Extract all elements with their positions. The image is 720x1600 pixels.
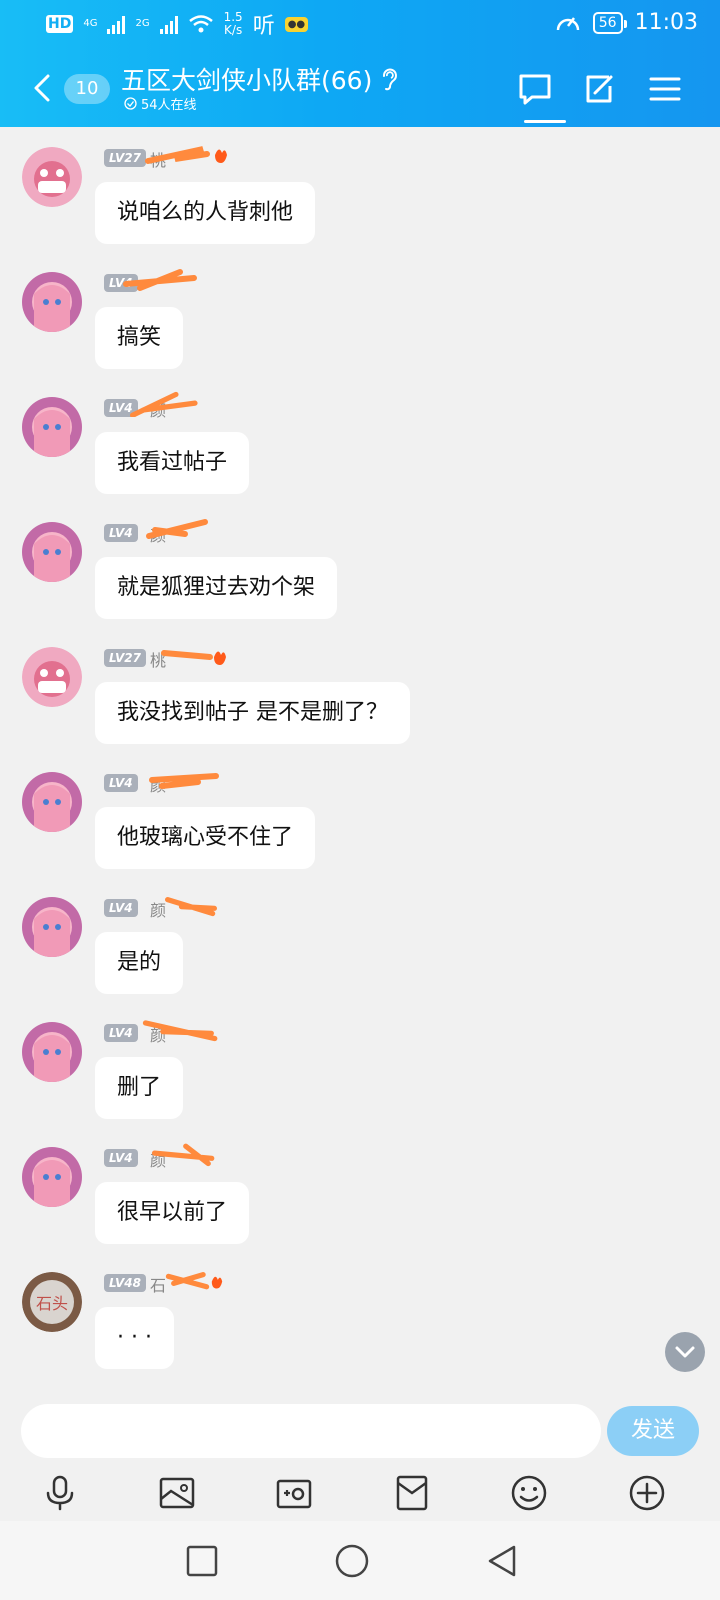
message-list[interactable]: LV27 桃 说咱么的人背刺他 LV4 搞笑 LV4 颜 我看过帖子 LV4 颜… xyxy=(0,127,720,1390)
avatar[interactable] xyxy=(22,147,82,207)
status-bar: HD 4G 2G 1.5 K/s 听 ●● 56 11:03 xyxy=(0,0,720,50)
redaction-mark xyxy=(142,1020,218,1042)
camera-icon[interactable] xyxy=(274,1473,314,1513)
message-bubble[interactable]: 搞笑 xyxy=(95,307,184,369)
redaction-mark xyxy=(165,1272,223,1290)
level-badge: LV27 xyxy=(104,649,146,667)
network-speed: 1.5 K/s xyxy=(223,10,243,37)
microphone-icon[interactable] xyxy=(40,1473,80,1513)
chat-header: 10 五区大剑侠小队群(66) 54人在线 xyxy=(0,50,720,127)
avatar[interactable] xyxy=(22,397,82,457)
message-bubble[interactable]: 他玻璃心受不住了 xyxy=(95,807,316,869)
message-item: LV4 颜 删了 xyxy=(0,1002,720,1128)
signal-icon xyxy=(107,14,126,34)
message-input[interactable] xyxy=(21,1404,601,1458)
network-type-1: 4G xyxy=(83,18,98,29)
menu-icon[interactable] xyxy=(645,69,685,109)
plus-icon[interactable] xyxy=(627,1473,667,1513)
avatar[interactable] xyxy=(22,772,82,832)
message-bubble[interactable]: 删了 xyxy=(95,1057,184,1119)
level-badge: LV4 xyxy=(104,524,138,542)
redaction-mark xyxy=(165,897,217,917)
message-bubble[interactable]: · · · xyxy=(95,1307,174,1369)
input-toolbar xyxy=(0,1465,720,1521)
avatar[interactable] xyxy=(22,522,82,582)
avatar[interactable]: 石头 xyxy=(22,1272,82,1332)
network-type-2: 2G xyxy=(135,18,150,29)
input-bar: 发送 xyxy=(0,1390,720,1465)
unread-count-badge[interactable]: 10 xyxy=(64,74,110,104)
redaction-mark xyxy=(146,519,208,539)
level-badge: LV27 xyxy=(104,149,146,167)
redaction-mark xyxy=(151,1143,215,1167)
redaction-mark xyxy=(145,146,227,164)
ear-icon xyxy=(383,68,398,91)
message-item: LV4 颜 他玻璃心受不住了 xyxy=(0,752,720,878)
avatar[interactable] xyxy=(22,1022,82,1082)
hd-indicator: HD xyxy=(46,15,74,33)
emoji-icon[interactable] xyxy=(509,1473,549,1513)
redaction-mark xyxy=(130,391,198,417)
message-item: LV4 颜 我看过帖子 xyxy=(0,377,720,503)
signal-icon-2 xyxy=(159,14,178,34)
redaction-mark xyxy=(161,650,226,665)
stone-avatar-text: 石头 xyxy=(36,1294,68,1313)
avatar[interactable] xyxy=(22,1147,82,1207)
avatar[interactable] xyxy=(22,647,82,707)
message-item: LV4 搞笑 xyxy=(0,252,720,378)
message-bubble[interactable]: 就是狐狸过去劝个架 xyxy=(95,557,338,619)
send-button[interactable]: 发送 xyxy=(607,1406,699,1456)
level-badge: LV4 xyxy=(104,774,138,792)
image-icon[interactable] xyxy=(157,1473,197,1513)
online-check-icon xyxy=(124,97,137,110)
listen-indicator: 听 xyxy=(252,14,275,39)
recent-apps-icon[interactable] xyxy=(184,1543,220,1579)
message-item: LV4 颜 是的 xyxy=(0,877,720,1003)
message-item: LV27 桃 我没找到帖子 是不是删了？ xyxy=(0,627,720,753)
wifi-icon xyxy=(188,15,213,33)
message-item: LV4 颜 就是狐狸过去劝个架 xyxy=(0,502,720,628)
top-bar: HD 4G 2G 1.5 K/s 听 ●● 56 11:03 10 五区大剑侠小… xyxy=(0,0,720,127)
message-item: 石头 LV48 石 · · · xyxy=(0,1252,720,1378)
avatar[interactable] xyxy=(22,272,82,332)
message-bubble[interactable]: 很早以前了 xyxy=(95,1182,250,1244)
scroll-to-bottom-button[interactable] xyxy=(665,1332,705,1372)
home-icon[interactable] xyxy=(334,1543,370,1579)
speedometer-icon xyxy=(556,16,580,30)
group-title[interactable]: 五区大剑侠小队群(66) xyxy=(121,61,398,97)
message-bubble[interactable]: 是的 xyxy=(95,932,184,994)
message-bubble[interactable]: 说咱么的人背刺他 xyxy=(95,182,316,244)
red-packet-icon[interactable] xyxy=(392,1473,432,1513)
system-nav-bar xyxy=(0,1521,720,1600)
message-item: LV4 颜 很早以前了 xyxy=(0,1127,720,1253)
battery-indicator: 56 xyxy=(592,11,627,34)
back-arrow-icon[interactable] xyxy=(30,70,54,106)
message-item: LV27 桃 说咱么的人背刺他 xyxy=(0,127,720,253)
message-bubble[interactable]: 我没找到帖子 是不是删了？ xyxy=(95,682,410,744)
level-badge: LV4 xyxy=(104,1024,138,1042)
chevron-down-icon xyxy=(675,1346,695,1358)
online-count: 54人在线 xyxy=(124,94,197,113)
level-badge: LV4 xyxy=(104,899,138,917)
level-badge: LV4 xyxy=(104,1149,138,1167)
level-badge: LV48 xyxy=(104,1274,146,1292)
app-badge-icon: ●● xyxy=(284,16,309,32)
chat-bubble-icon[interactable] xyxy=(515,69,555,109)
edit-icon[interactable] xyxy=(579,69,619,109)
redaction-mark xyxy=(149,773,219,789)
message-bubble[interactable]: 我看过帖子 xyxy=(95,432,250,494)
avatar[interactable] xyxy=(22,897,82,957)
back-nav-icon[interactable] xyxy=(484,1543,520,1579)
active-tab-indicator xyxy=(524,120,566,123)
clock: 11:03 xyxy=(634,10,698,35)
redaction-mark xyxy=(123,269,197,291)
